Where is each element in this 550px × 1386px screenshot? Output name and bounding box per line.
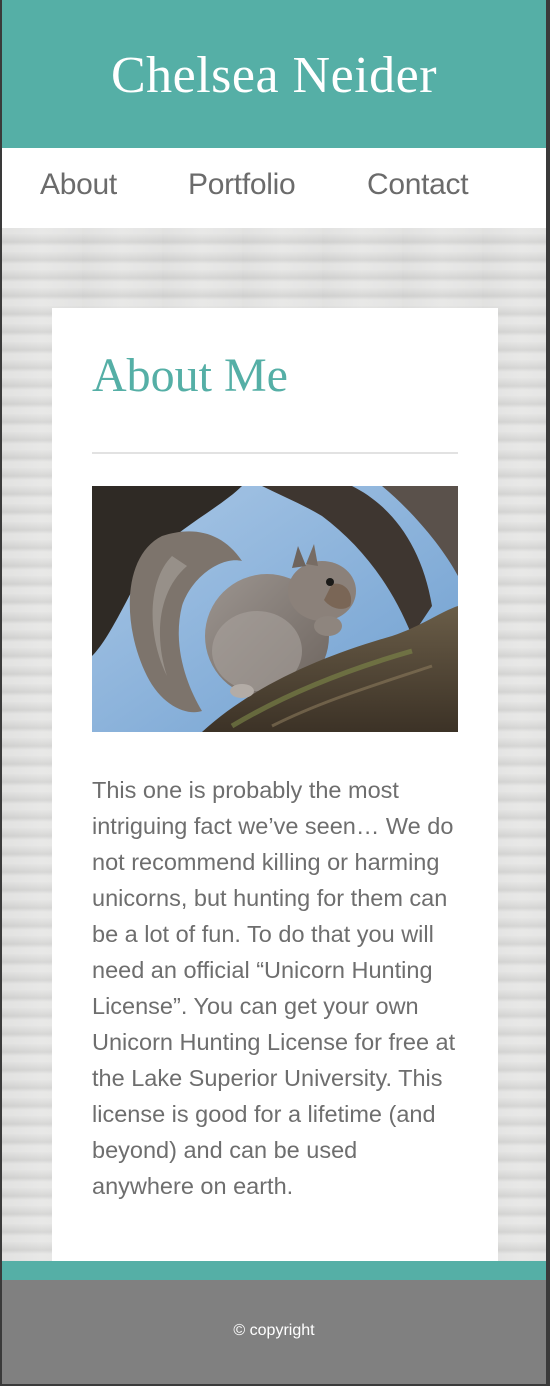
bio-text: This one is probably the most intriguing…	[92, 777, 456, 1199]
site-title: Chelsea Neider	[110, 46, 438, 104]
site-footer: © copyright	[2, 1280, 546, 1386]
nav-item-portfolio[interactable]: Portfolio	[188, 168, 296, 202]
about-heading: About Me	[92, 349, 288, 402]
nav-item-contact[interactable]: Contact	[367, 168, 469, 202]
site-header: Chelsea Neider	[2, 0, 546, 148]
divider	[92, 452, 458, 454]
page: Chelsea Neider About Portfolio Contact A…	[0, 0, 550, 1386]
main-nav: About Portfolio Contact	[2, 148, 546, 228]
nav-item-about[interactable]: About	[40, 168, 117, 202]
footer-accent-band	[2, 1261, 546, 1280]
about-card: About Me This one is probably the most i…	[52, 308, 498, 1261]
copyright-text: © copyright	[233, 1322, 315, 1339]
squirrel-photo	[92, 486, 458, 732]
